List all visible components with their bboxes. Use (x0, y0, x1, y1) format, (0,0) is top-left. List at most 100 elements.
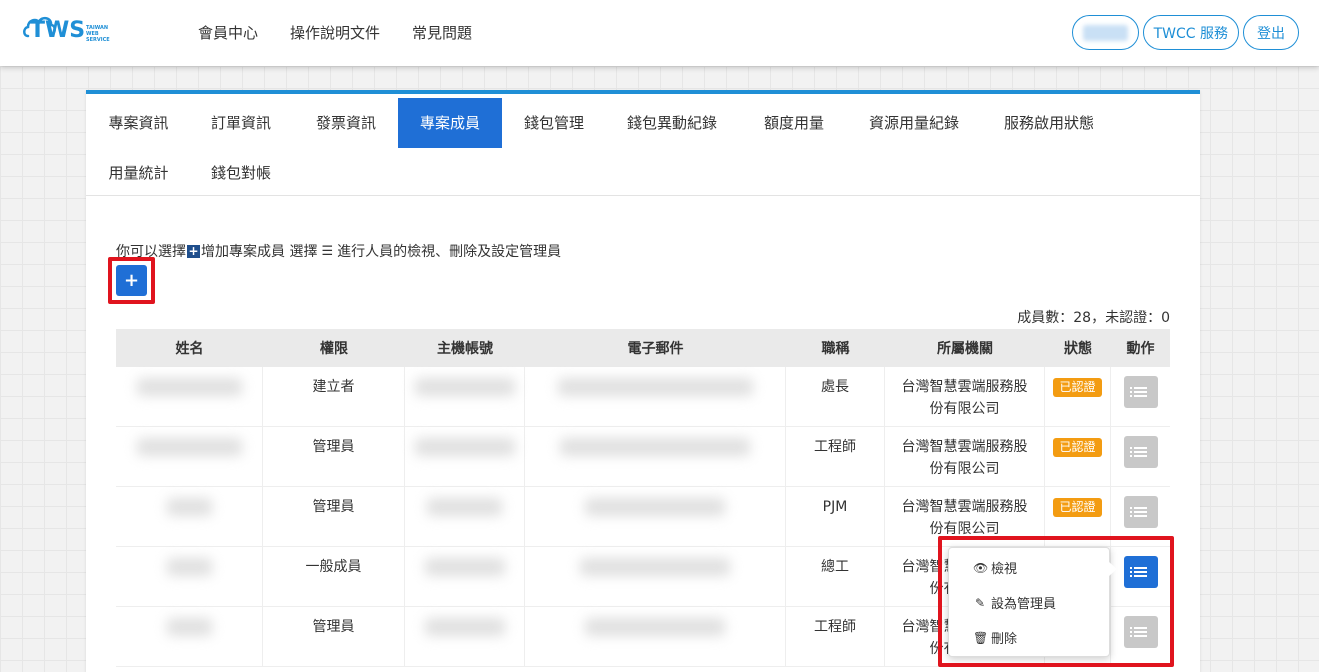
table-header: 姓名 權限 主機帳號 電子郵件 職稱 所屬機關 狀態 動作 (116, 329, 1170, 367)
email-blurred (557, 378, 753, 396)
name-blurred (166, 618, 212, 636)
trash-icon: 🗑 (973, 630, 989, 645)
cell-name (116, 367, 263, 426)
eye-icon: 👁 (973, 560, 989, 575)
table-row: 建立者 處長 台灣智慧雲端服務股份有限公司 已認證 (116, 367, 1170, 427)
nav-member-center[interactable]: 會員中心 (198, 22, 258, 43)
logo-subtext: TAIWAN WEB SERVICE (86, 25, 110, 43)
top-navbar: TWS TAIWAN WEB SERVICE 會員中心 操作說明文件 常見問題 … (0, 0, 1319, 66)
cell-title: 工程師 (786, 427, 885, 486)
tab-wallet-manage[interactable]: 錢包管理 (504, 98, 604, 148)
row-action-button[interactable] (1123, 496, 1158, 528)
intro-text: 你可以選擇 + 增加專案成員 選擇 ☰ 進行人員的檢視、刪除及設定管理員 (116, 241, 561, 261)
email-blurred (585, 618, 725, 636)
logo-text: TWS (30, 18, 86, 43)
account-blurred (414, 378, 515, 396)
cell-host-account (405, 607, 525, 666)
cell-org: 台灣智慧雲端服務股份有限公司 (885, 487, 1045, 546)
account-blurred (414, 438, 515, 456)
list-icon (1130, 387, 1147, 397)
tab-bar: 專案資訊 訂單資訊 發票資訊 專案成員 錢包管理 錢包異動紀錄 額度用量 資源用… (86, 94, 1200, 196)
cell-title: 處長 (786, 367, 885, 426)
table-row: 管理員 工程師 台灣智慧雲端服務股份有限公司 已認證 (116, 427, 1170, 487)
cell-role: 建立者 (263, 367, 405, 426)
menu-item-set-admin-label: 設為管理員 (991, 597, 1057, 612)
nav-faq[interactable]: 常見問題 (412, 22, 472, 43)
user-name-blurred (1082, 24, 1128, 41)
cell-title: 總工 (786, 547, 885, 606)
tab-wallet-reconcile[interactable]: 錢包對帳 (191, 148, 291, 198)
tab-usage-stats[interactable]: 用量統計 (86, 148, 191, 198)
name-blurred (136, 378, 242, 396)
account-blurred (424, 618, 505, 636)
cell-title: PJM (786, 487, 885, 546)
cell-host-account (405, 487, 525, 546)
nav-docs[interactable]: 操作說明文件 (290, 22, 380, 43)
email-blurred (560, 438, 750, 456)
col-action: 動作 (1126, 341, 1155, 357)
logout-button[interactable]: 登出 (1243, 15, 1299, 50)
name-blurred (166, 558, 212, 576)
cell-role: 管理員 (263, 487, 405, 546)
cell-action (1111, 367, 1170, 426)
cell-name (116, 427, 263, 486)
cell-action (1111, 487, 1170, 546)
user-menu-button[interactable] (1071, 15, 1139, 50)
tab-quota-usage[interactable]: 額度用量 (744, 98, 844, 148)
edit-icon: ✎ (974, 595, 986, 610)
col-email: 電子郵件 (627, 341, 684, 357)
cell-email (525, 487, 786, 546)
tab-resource-usage[interactable]: 資源用量紀錄 (856, 98, 972, 148)
tab-project-members[interactable]: 專案成員 (398, 98, 502, 148)
action-dropdown: 👁 檢視 ✎ 設為管理員 🗑 刪除 (948, 547, 1117, 657)
row-action-button[interactable] (1123, 376, 1158, 408)
cell-role: 管理員 (263, 607, 405, 666)
name-blurred (166, 498, 212, 516)
menu-item-delete-label: 刪除 (991, 632, 1018, 647)
account-blurred (424, 558, 505, 576)
list-icon (1130, 507, 1147, 517)
menu-item-view-label: 檢視 (991, 562, 1018, 577)
plus-icon: + (187, 243, 200, 258)
cell-action (1111, 427, 1170, 486)
cell-name (116, 487, 263, 546)
tab-service-status[interactable]: 服務啟用狀態 (991, 98, 1107, 148)
email-blurred (580, 558, 730, 576)
cell-host-account (405, 367, 525, 426)
highlight-add-button (108, 257, 155, 304)
account-blurred (427, 498, 502, 516)
name-blurred (136, 438, 242, 456)
status-badge: 已認證 (1053, 378, 1102, 397)
cell-role: 管理員 (263, 427, 405, 486)
cell-status: 已認證 (1045, 367, 1111, 426)
menu-item-set-admin[interactable]: ✎ 設為管理員 (973, 593, 1057, 613)
list-icon: ☰ (321, 243, 334, 259)
status-badge: 已認證 (1053, 498, 1102, 517)
cell-email (525, 427, 786, 486)
tab-project-info[interactable]: 專案資訊 (86, 98, 191, 148)
menu-item-delete[interactable]: 🗑 刪除 (973, 628, 1018, 648)
cell-email (525, 607, 786, 666)
tab-wallet-changes[interactable]: 錢包異動紀錄 (612, 98, 732, 148)
list-icon (1130, 567, 1147, 577)
row-action-button-open[interactable] (1123, 556, 1158, 588)
list-icon (1130, 627, 1147, 637)
cell-org: 台灣智慧雲端服務股份有限公司 (885, 367, 1045, 426)
col-status: 狀態 (1064, 341, 1092, 357)
list-icon (1130, 447, 1147, 457)
intro-part3: 進行人員的檢視、刪除及設定管理員 (337, 244, 562, 260)
cell-email (525, 547, 786, 606)
tws-logo[interactable]: TWS TAIWAN WEB SERVICE (22, 12, 112, 46)
twcc-service-button[interactable]: TWCC 服務 (1142, 15, 1239, 50)
col-role: 權限 (320, 341, 348, 357)
menu-item-view[interactable]: 👁 檢視 (973, 558, 1018, 578)
tab-invoice-info[interactable]: 發票資訊 (296, 98, 396, 148)
col-name: 姓名 (175, 341, 204, 357)
cell-status: 已認證 (1045, 427, 1111, 486)
cell-host-account (405, 547, 525, 606)
cell-title: 工程師 (786, 607, 885, 666)
cell-status: 已認證 (1045, 487, 1111, 546)
tab-order-info[interactable]: 訂單資訊 (191, 98, 291, 148)
row-action-button[interactable] (1123, 616, 1158, 648)
row-action-button[interactable] (1123, 436, 1158, 468)
